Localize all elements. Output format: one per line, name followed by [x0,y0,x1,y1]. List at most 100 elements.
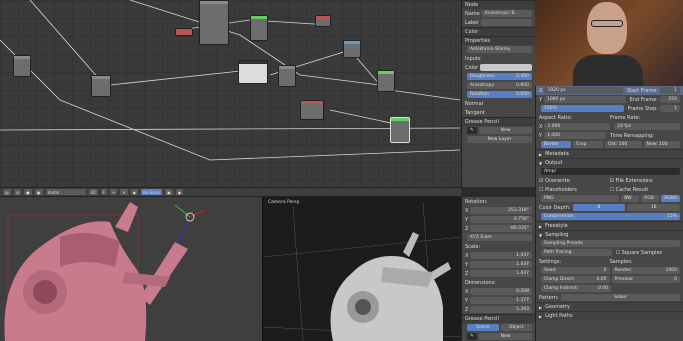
aspect-x-field[interactable]: 1.000 [544,123,611,130]
placeholders-checkbox[interactable]: ☐ Placeholders [539,187,610,193]
pattern-dropdown[interactable]: Sobol [560,294,680,301]
roughness-field[interactable]: Roughness 0.400 [467,73,532,80]
rotation-x-field[interactable]: 253.318° [470,207,532,214]
aspect-y-field[interactable]: 1.000 [544,132,606,139]
rotation-z-field[interactable]: -86.035° [470,225,532,232]
color-swatch[interactable] [480,64,532,71]
pencil-icon[interactable]: ✎ [467,127,477,134]
pencil-icon[interactable]: ✎ [467,333,477,340]
node-section-header[interactable]: Node [462,0,535,9]
overwrite-checkbox[interactable]: ☑ Overwrite [539,178,610,184]
gp-new-button-3d[interactable]: New [479,333,532,340]
camera-icon[interactable]: ▣ [34,189,43,195]
path-tracing-dropdown[interactable]: Path Tracing [541,249,612,256]
render-icon[interactable]: ◉ [175,189,184,195]
seed-field[interactable]: Seed: 0 [541,267,610,274]
rotation-y-field[interactable]: 0.756° [470,216,532,223]
dimension-x-field[interactable]: 0.208 [470,288,532,295]
scale-x-field[interactable]: 1.437 [470,252,532,259]
rotation-field[interactable]: Rotation 0.000 [467,91,532,98]
light-paths-section[interactable]: ▶ Light Paths [536,311,683,320]
close-icon[interactable]: × [120,189,128,195]
square-samples-checkbox[interactable]: ☐ Square Samples [616,250,681,256]
output-path-field[interactable]: /tmp/ [541,168,680,175]
node-texture[interactable] [199,0,229,45]
depth-16-button[interactable]: 16 [627,204,680,211]
node-shader[interactable] [278,65,296,87]
shading-icon[interactable]: ● [24,189,32,195]
color-input-label: Color [465,64,479,71]
output-section[interactable]: ▼ Output [536,158,683,167]
distribution-dropdown[interactable]: Ashikhmin-Shirley [467,46,532,53]
render-samples-field[interactable]: Render: 1000 [611,267,680,274]
dimension-z-field[interactable]: 5.343 [470,306,532,313]
view-menu-icon[interactable]: ▤ [3,189,11,195]
end-frame-field[interactable]: 250 [660,96,680,103]
resolution-x-field[interactable]: 1920 px [544,87,623,94]
object-name-field[interactable]: metal [45,189,86,195]
save-icon[interactable]: ▣ [164,189,173,195]
freestyle-section[interactable]: ▶ Freestyle [536,221,683,230]
file-format-dropdown[interactable]: PNG [541,195,620,202]
start-frame-field[interactable]: 1 [660,87,680,94]
clamp-indirect-field[interactable]: Clamp Indirect: 0.00 [541,285,611,292]
preview-samples-field[interactable]: Preview: 0 [611,276,680,283]
old-field[interactable]: Old: 100 [605,141,642,148]
node-label-field[interactable] [480,19,532,26]
new-layer-button[interactable]: New Layer [467,136,532,143]
fake-user-icon[interactable]: F [100,189,107,195]
resolution-percent-slider[interactable]: 100% [541,105,624,112]
gp-new-button[interactable]: New [479,127,532,134]
node-mix[interactable] [91,75,111,97]
node-name-field[interactable]: Anisotropic B... [481,10,532,17]
mode-icon[interactable]: ◎ [13,189,22,195]
rgb-button[interactable]: RGB [641,195,660,202]
rotation-mode-dropdown[interactable]: XYZ Euler [467,234,532,241]
scene-button[interactable]: Scene [467,324,499,331]
node-anisotropic[interactable] [300,100,324,120]
viewport-camera[interactable]: Camera Persp [262,197,461,341]
node-image[interactable] [238,60,268,84]
viewport-left[interactable] [0,197,262,341]
compression-slider[interactable]: Compression: 15% [541,213,680,220]
dimension-y-field[interactable]: 1.377 [470,297,532,304]
ao-gloss-button[interactable]: Ao Gloss [140,189,162,195]
sampling-section[interactable]: ▼ Sampling [536,230,683,239]
properties-section-header[interactable]: Properties [462,36,535,45]
scale-z-field[interactable]: 1.437 [470,270,532,277]
grease-pencil-header[interactable]: Grease Pencil [462,117,535,126]
node-editor[interactable] [0,0,461,187]
crop-toggle[interactable]: Crop [573,141,603,148]
node-math[interactable] [250,15,268,41]
node-output[interactable] [390,117,410,143]
scale-y-field[interactable]: 1.437 [470,261,532,268]
file-ext-checkbox[interactable]: ☑ File Extensions [610,178,681,184]
frame-field[interactable]: 42 [88,189,98,195]
metadata-section[interactable]: ▶ Metadata [536,149,683,158]
sampling-presets-dropdown[interactable]: Sampling Presets [541,240,680,247]
anisotropy-field[interactable]: Anisotropy 0.800 [467,82,532,89]
depth-8-button[interactable]: 8 [572,204,626,211]
frame-rate-dropdown[interactable]: 24 fps [614,123,680,130]
pin-icon[interactable]: ◆ [130,189,138,195]
geometry-section[interactable]: ▶ Geometry [536,302,683,311]
clamp-direct-field[interactable]: Clamp Direct: 0.00 [541,276,610,283]
object-button[interactable]: Object [500,324,532,331]
gp-section-header[interactable]: Grease Pencil [462,314,535,323]
node-color[interactable] [175,28,193,36]
start-frame-label: Start Frame: [626,87,658,94]
border-toggle[interactable]: Border [541,141,571,148]
node-value[interactable] [315,15,331,27]
new-field[interactable]: New: 100 [643,141,680,148]
cache-result-checkbox[interactable]: ☐ Cache Result [610,187,681,193]
node-vector[interactable] [343,40,361,58]
rot-z-row: Z -86.035° [462,224,535,233]
resolution-y-field[interactable]: 1080 px [544,96,626,103]
color-section-header[interactable]: Color [462,27,535,36]
add-icon[interactable]: + [109,189,118,195]
rgba-button[interactable]: RGBA [661,195,680,202]
bw-button[interactable]: BW [621,195,640,202]
frame-step-field[interactable]: 1 [660,105,680,112]
node-input[interactable] [13,55,31,77]
node-mix-shader[interactable] [377,70,395,92]
